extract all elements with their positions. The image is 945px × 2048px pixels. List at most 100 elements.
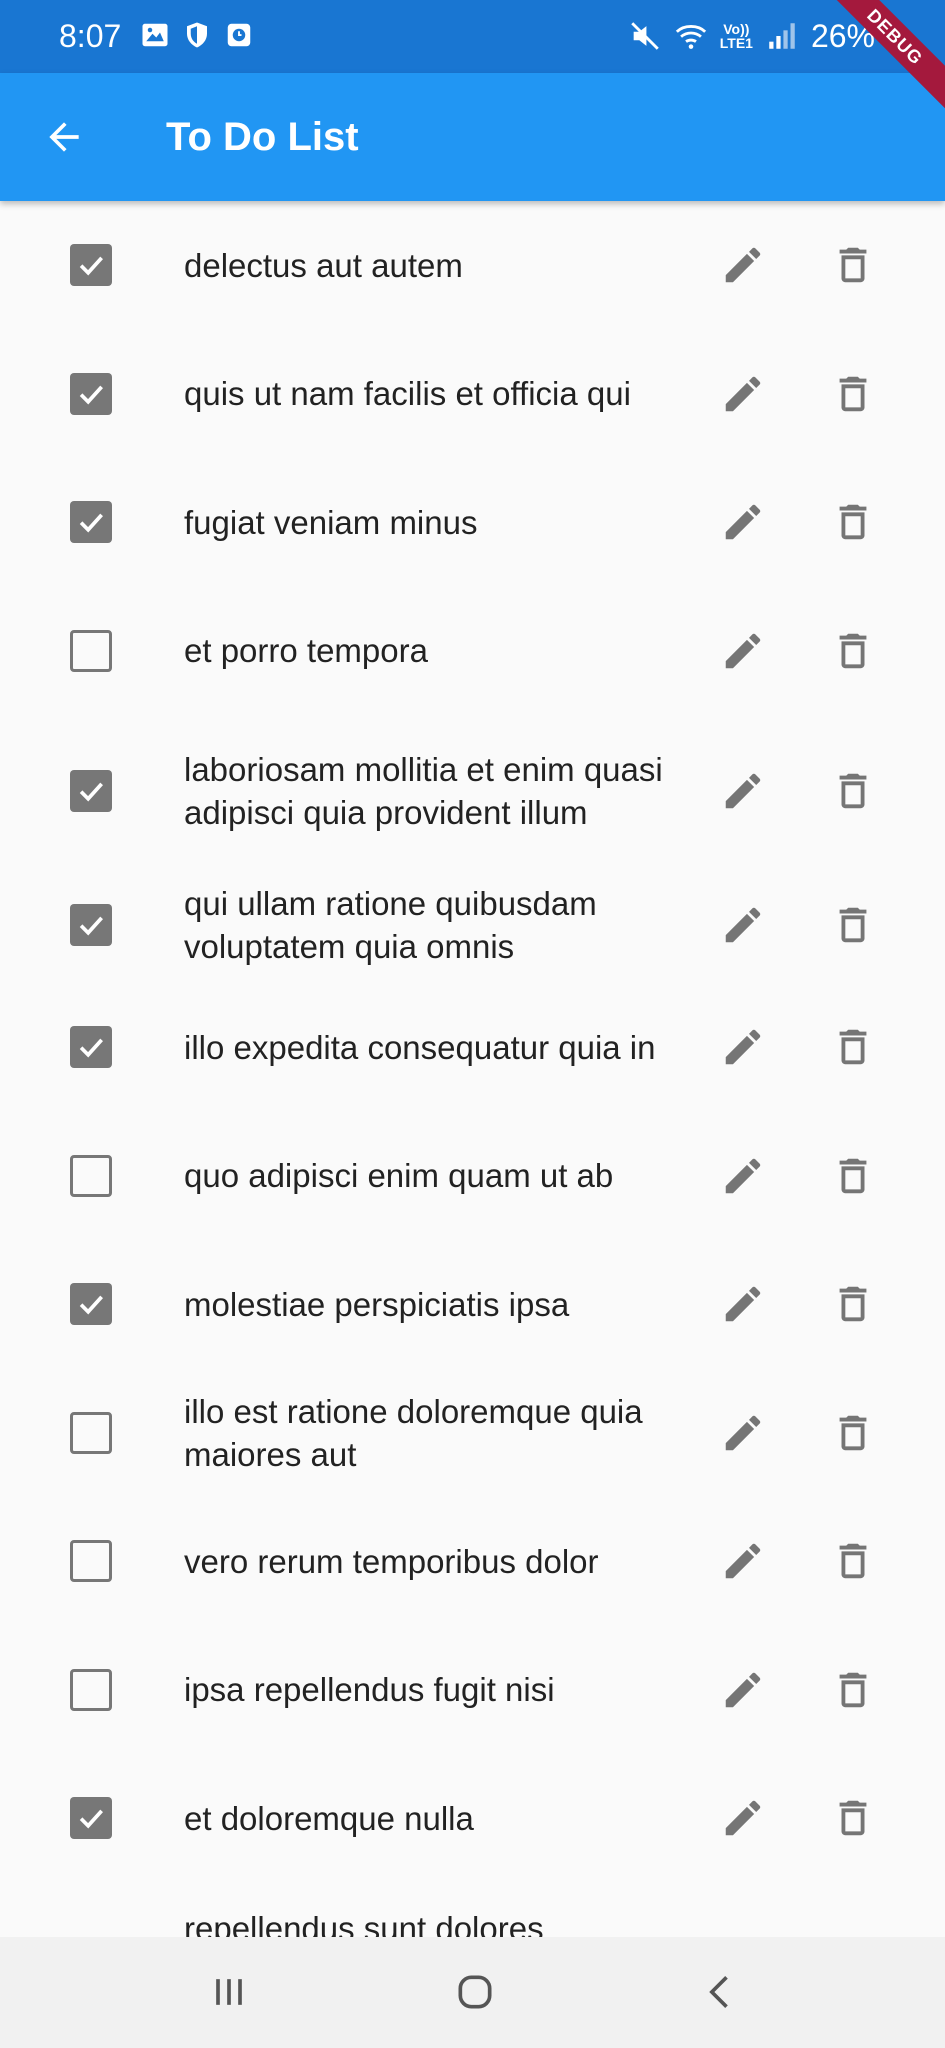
back-button[interactable] bbox=[34, 107, 94, 167]
list-item: laboriosam mollitia et enim quasi adipis… bbox=[0, 715, 945, 867]
todo-checkbox[interactable] bbox=[70, 1797, 112, 1840]
todo-title: illo est ratione doloremque quia maiores… bbox=[184, 1392, 643, 1473]
check-icon bbox=[79, 385, 103, 405]
delete-button[interactable] bbox=[828, 766, 878, 816]
edit-button[interactable] bbox=[718, 1151, 768, 1201]
pencil-icon bbox=[725, 1029, 761, 1065]
pencil-icon bbox=[725, 376, 761, 411]
mute-icon bbox=[630, 22, 659, 50]
check-icon bbox=[79, 513, 103, 533]
trash-icon bbox=[839, 376, 867, 411]
trash-icon bbox=[839, 1287, 867, 1322]
pencil-icon bbox=[725, 1415, 761, 1450]
trash-icon bbox=[839, 773, 867, 809]
todo-title: fugiat veniam minus bbox=[184, 503, 478, 541]
todo-checkbox[interactable] bbox=[70, 629, 112, 672]
delete-button[interactable] bbox=[828, 1279, 878, 1329]
list-item: illo est ratione doloremque quia maiores… bbox=[0, 1369, 945, 1498]
todo-checkbox[interactable] bbox=[70, 1154, 112, 1197]
check-icon bbox=[79, 916, 103, 936]
todo-checkbox[interactable] bbox=[70, 1668, 112, 1711]
edit-button[interactable] bbox=[718, 1793, 768, 1843]
list-item: molestiae perspiciatis ipsa bbox=[0, 1240, 945, 1369]
lte-top: Vo)) bbox=[723, 21, 750, 37]
list-item: vero rerum temporibus dolor bbox=[0, 1497, 945, 1626]
status-right: Vo)) LTE1 26% bbox=[628, 16, 875, 56]
delete-button[interactable] bbox=[828, 497, 878, 547]
page-title: To Do List bbox=[166, 115, 359, 159]
clock-app-icon bbox=[227, 23, 251, 47]
delete-button[interactable] bbox=[828, 1665, 878, 1715]
check-icon bbox=[79, 256, 103, 276]
edit-button[interactable] bbox=[718, 369, 768, 419]
edit-button[interactable] bbox=[718, 1279, 768, 1329]
home-icon bbox=[458, 1975, 492, 2009]
navigation-bar bbox=[0, 1937, 945, 2048]
pencil-icon bbox=[725, 773, 761, 809]
list-item: quo adipisci enim quam ut ab bbox=[0, 1112, 945, 1241]
trash-icon bbox=[839, 1158, 867, 1193]
todo-title: quo adipisci enim quam ut ab bbox=[184, 1157, 614, 1195]
todo-title: ipsa repellendus fugit nisi bbox=[184, 1671, 555, 1709]
edit-button[interactable] bbox=[718, 1408, 768, 1458]
edit-button[interactable] bbox=[718, 497, 768, 547]
status-time: 8:07 bbox=[59, 18, 122, 54]
trash-icon bbox=[839, 248, 867, 283]
notification-icons bbox=[140, 20, 254, 50]
pencil-icon bbox=[725, 1672, 761, 1707]
check-icon bbox=[79, 1038, 103, 1058]
delete-button[interactable] bbox=[828, 1408, 878, 1458]
todo-checkbox[interactable] bbox=[70, 501, 112, 544]
delete-button[interactable] bbox=[828, 1151, 878, 1201]
todo-checkbox[interactable] bbox=[70, 1540, 112, 1583]
trash-icon bbox=[839, 1801, 867, 1836]
list-item: repellendus sunt dolores bbox=[0, 1883, 945, 1938]
todo-checkbox[interactable] bbox=[70, 244, 112, 287]
delete-button[interactable] bbox=[828, 240, 878, 290]
signal-icon bbox=[769, 23, 795, 49]
todo-checkbox[interactable] bbox=[70, 904, 112, 946]
home-button[interactable] bbox=[450, 1967, 500, 2017]
delete-button[interactable] bbox=[828, 369, 878, 419]
edit-button[interactable] bbox=[718, 240, 768, 290]
todo-title: molestiae perspiciatis ipsa bbox=[184, 1285, 570, 1323]
nav-back-button[interactable] bbox=[696, 1967, 746, 2017]
todo-checkbox[interactable] bbox=[70, 770, 112, 812]
delete-button[interactable] bbox=[828, 1793, 878, 1843]
edit-button[interactable] bbox=[718, 1665, 768, 1715]
todo-checkbox[interactable] bbox=[70, 372, 112, 415]
lte-indicator: Vo)) LTE1 bbox=[720, 22, 753, 50]
todo-title: illo expedita consequatur quia in bbox=[184, 1028, 656, 1066]
trash-icon bbox=[839, 1672, 867, 1707]
image-icon bbox=[142, 23, 168, 47]
pencil-icon bbox=[725, 1543, 761, 1579]
todo-title: delectus aut autem bbox=[184, 246, 463, 284]
check-icon bbox=[79, 1809, 103, 1829]
todo-list[interactable]: delectus aut autem quis ut nam facilis e… bbox=[0, 201, 945, 1937]
pencil-icon bbox=[725, 1286, 761, 1322]
arrow-back-icon bbox=[49, 122, 79, 152]
delete-button[interactable] bbox=[828, 1536, 878, 1586]
pencil-icon bbox=[725, 1158, 761, 1193]
todo-checkbox[interactable] bbox=[70, 1026, 112, 1069]
todo-checkbox[interactable] bbox=[70, 1411, 112, 1454]
pencil-icon bbox=[725, 247, 761, 283]
todo-title: repellendus sunt dolores bbox=[184, 1909, 544, 1938]
edit-button[interactable] bbox=[718, 1022, 768, 1072]
todo-title: et porro tempora bbox=[184, 632, 428, 670]
recents-button[interactable] bbox=[204, 1967, 254, 2017]
shield-icon bbox=[187, 22, 207, 48]
list-item: delectus aut autem bbox=[0, 201, 945, 330]
delete-button[interactable] bbox=[828, 1022, 878, 1072]
recents-icon bbox=[216, 1979, 242, 2005]
chevron-left-icon bbox=[709, 1976, 728, 2008]
edit-button[interactable] bbox=[718, 1536, 768, 1586]
todo-checkbox[interactable] bbox=[70, 1283, 112, 1326]
lte-bottom: LTE1 bbox=[719, 35, 753, 51]
delete-button[interactable] bbox=[828, 626, 878, 676]
edit-button[interactable] bbox=[718, 766, 768, 816]
edit-button[interactable] bbox=[718, 626, 768, 676]
edit-button[interactable] bbox=[718, 900, 768, 950]
todo-title: laboriosam mollitia et enim quasi adipis… bbox=[184, 751, 663, 831]
delete-button[interactable] bbox=[828, 900, 878, 950]
